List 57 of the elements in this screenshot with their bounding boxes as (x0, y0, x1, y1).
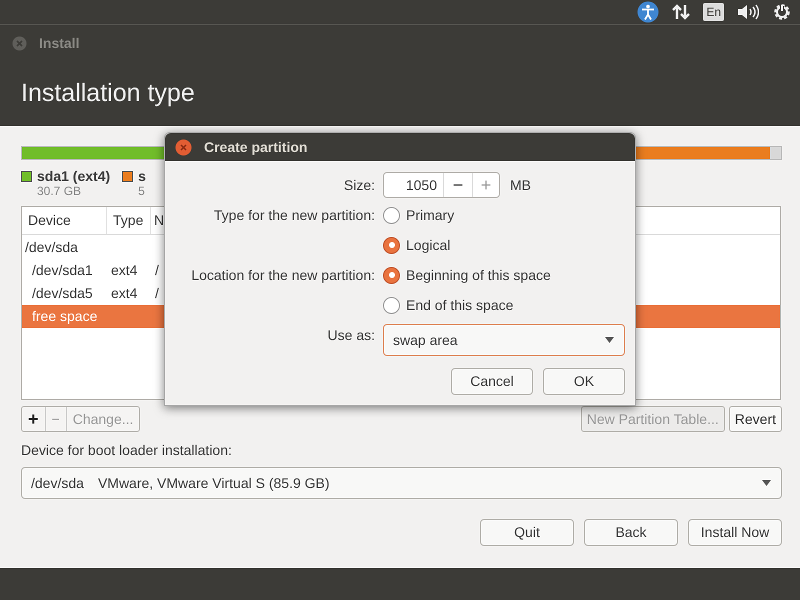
table-cell-text: free space (31, 307, 98, 326)
dialog-title: Create partition (204, 138, 308, 157)
radio-button[interactable] (383, 296, 400, 314)
dropdown-value: swap area (393, 330, 459, 350)
size-value: 1050 (384, 173, 444, 197)
dialog-button[interactable]: Cancel (451, 368, 533, 395)
table-cell-text: / (154, 261, 159, 280)
legend-label: sda1 (ext4) (37, 168, 110, 184)
radio-option[interactable]: Logical (383, 230, 625, 260)
dropdown-arrow-icon (762, 480, 771, 486)
location-label: Location for the new partition: (190, 266, 375, 285)
radio-option[interactable]: Primary (383, 200, 625, 230)
legend-size: 5 (138, 184, 146, 198)
radio-label: End of this space (406, 296, 514, 315)
radio-button[interactable] (383, 206, 400, 224)
close-icon[interactable] (175, 138, 192, 156)
radio-option[interactable]: End of this space (383, 290, 625, 320)
legend-size: 30.7 GB (37, 184, 82, 198)
dropdown-arrow-icon (605, 337, 614, 343)
power-gear-icon[interactable] (772, 2, 792, 22)
radio-label: Beginning of this space (406, 266, 551, 285)
window-title: Install (39, 34, 80, 53)
table-cell-text: /dev/sda5 (31, 284, 94, 303)
table-cell-text: /dev/sda1 (31, 261, 94, 280)
type-label: Type for the new partition: (212, 206, 375, 225)
radio-button[interactable] (383, 236, 400, 254)
action-button[interactable]: Quit (480, 519, 574, 546)
decrement-button[interactable]: − (444, 173, 473, 197)
size-unit: MB (510, 176, 531, 194)
action-button[interactable]: Install Now (688, 519, 782, 546)
table-cell-text: ext4 (110, 284, 138, 303)
boot-device-dropdown[interactable]: /dev/sda VMware, VMware Virtual S (85.9 GB) (21, 467, 782, 499)
size-label: Size: (342, 176, 375, 194)
boot-loader-label: Device for boot loader installation: (21, 441, 233, 460)
keyboard-layout-indicator[interactable]: En (703, 3, 724, 21)
volume-icon[interactable] (737, 4, 759, 20)
table-cell-text: ext4 (110, 261, 138, 280)
radio-button[interactable] (383, 266, 400, 284)
radio-label: Primary (406, 206, 454, 225)
radio-option[interactable]: Beginning of this space (383, 260, 625, 290)
accessibility-icon[interactable] (637, 1, 660, 23)
dropdown-device: /dev/sda (31, 474, 84, 492)
size-spinner[interactable]: 1050 − + (383, 172, 500, 198)
radio-label: Logical (406, 236, 450, 255)
dialog-button[interactable]: OK (543, 368, 625, 395)
network-arrows-icon[interactable] (672, 4, 690, 20)
legend-label: s (138, 168, 146, 184)
toolbar-button[interactable]: + (22, 407, 45, 431)
dropdown-description: VMware, VMware Virtual S (85.9 GB) (98, 474, 331, 493)
toolbar-button[interactable]: Revert (728, 406, 782, 432)
use-as-label: Use as: (326, 326, 375, 344)
page-title: Installation type (21, 78, 195, 110)
action-button[interactable]: Back (584, 519, 678, 546)
table-cell-text: / (154, 284, 159, 303)
column-header[interactable]: Type (107, 207, 151, 234)
column-header[interactable]: Device (22, 207, 107, 234)
use-as-dropdown[interactable]: swap area (383, 324, 625, 356)
